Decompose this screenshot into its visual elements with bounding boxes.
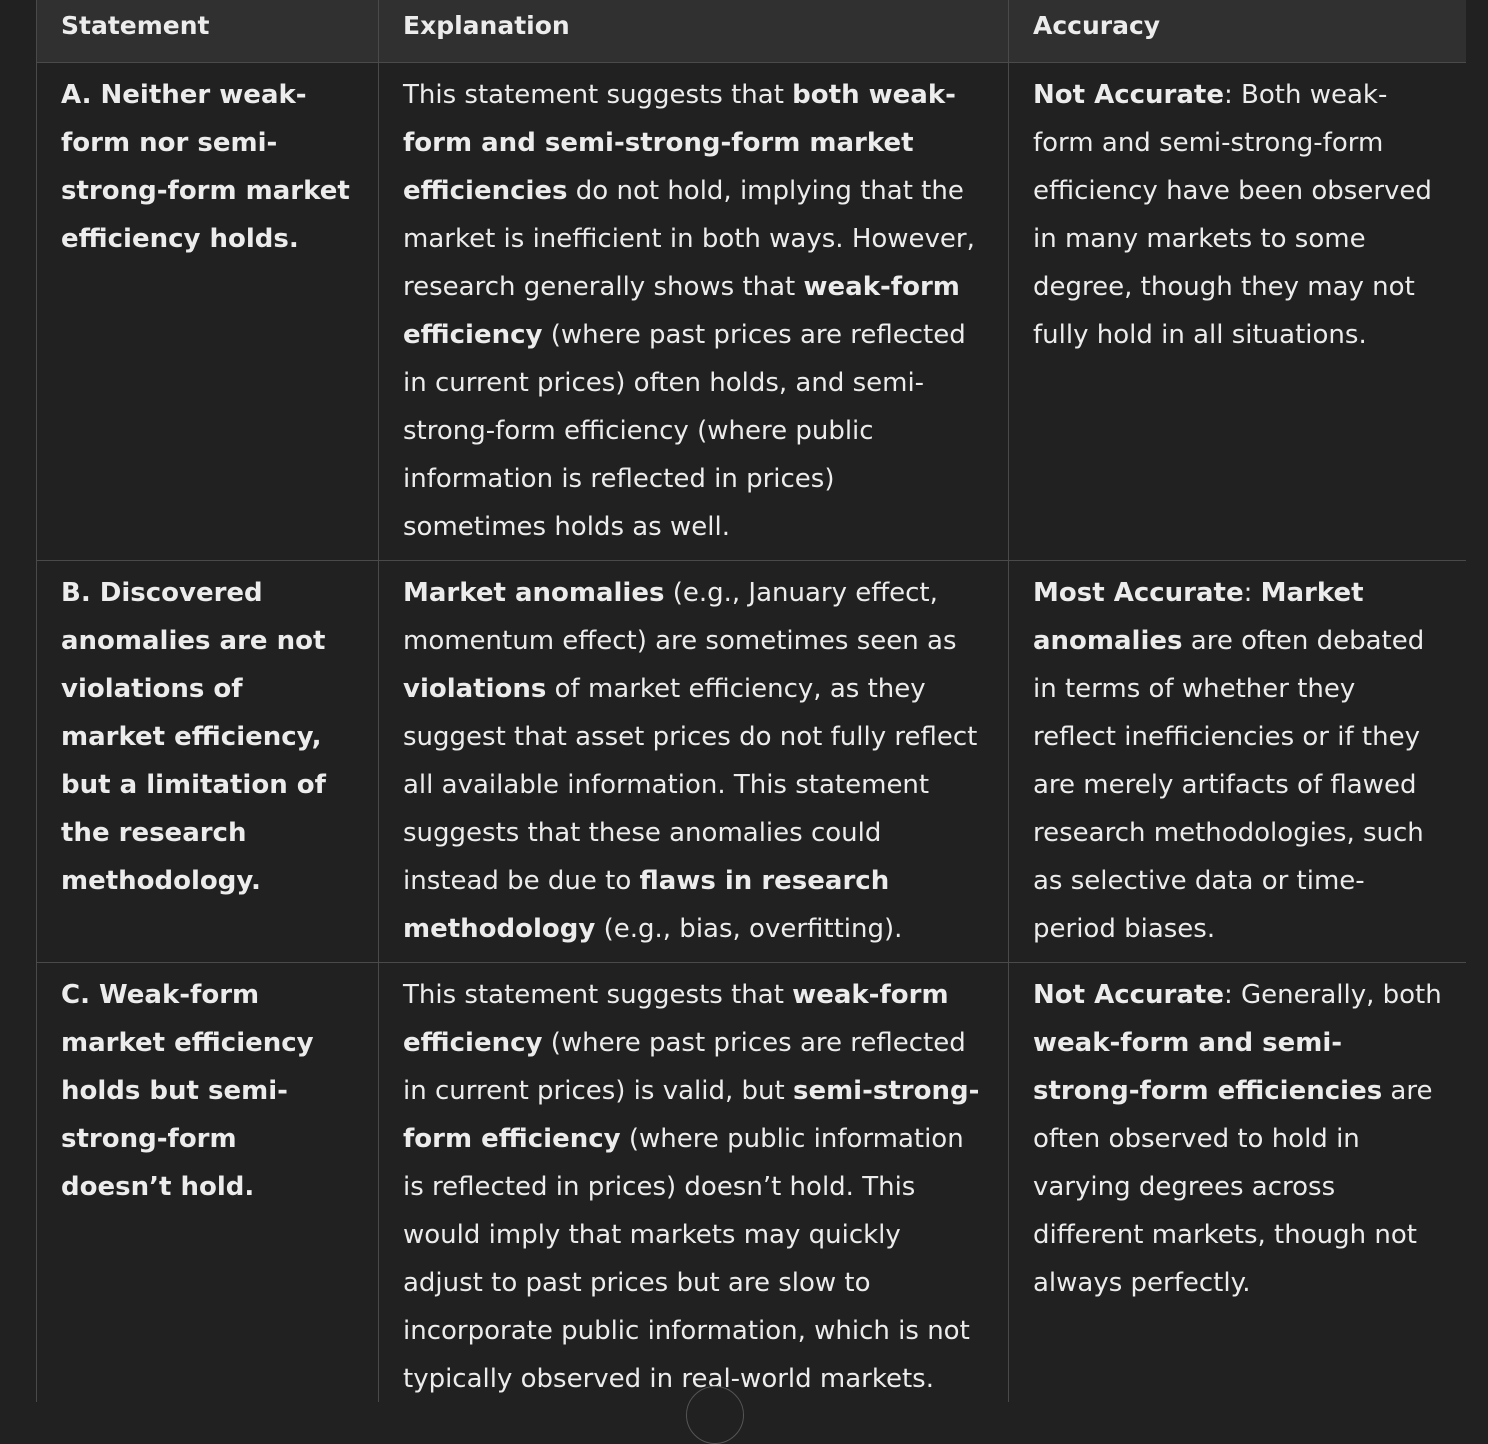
text-segment: (e.g., bias, overfitting).: [595, 914, 903, 944]
header-explanation: Explanation: [378, 0, 1009, 63]
explanation-cell: This statement suggests that weak-form e…: [378, 962, 1009, 1402]
scroll-down-button[interactable]: [686, 1386, 744, 1444]
comparison-table-frame: Statement Explanation Accuracy A. Neithe…: [36, 0, 1466, 1402]
text-segment: are often debated in terms of whether th…: [1033, 626, 1425, 944]
explanation-cell: This statement suggests that both weak-f…: [378, 62, 1009, 561]
text-segment: : Both weak-form and semi-strong-form ef…: [1033, 80, 1432, 350]
statement-cell: B. Discovered anomalies are not violatio…: [36, 560, 379, 963]
text-segment: This statement suggests that: [403, 80, 793, 110]
text-segment: : Generally, both: [1224, 980, 1442, 1010]
text-segment: :: [1243, 578, 1261, 608]
statement-cell: A. Neither weak-form nor semi-strong-for…: [36, 62, 379, 561]
explanation-cell: Market anomalies (e.g., January effect, …: [378, 560, 1009, 963]
text-segment: of market efficiency, as they suggest th…: [403, 674, 978, 896]
text-segment: (where public information is reflected i…: [403, 1124, 970, 1394]
table-header-row: Statement Explanation Accuracy: [36, 0, 1466, 63]
text-segment: are often observed to hold in varying de…: [1033, 1076, 1433, 1298]
header-accuracy: Accuracy: [1008, 0, 1466, 63]
bold-text: Market anomalies: [403, 578, 665, 608]
bold-text: Not Accurate: [1033, 80, 1224, 110]
bold-text: violations: [403, 674, 547, 704]
table-row: B. Discovered anomalies are not violatio…: [36, 560, 1466, 963]
bold-text: Not Accurate: [1033, 980, 1224, 1010]
table-row: C. Weak-form market efficiency holds but…: [36, 962, 1466, 1402]
accuracy-cell: Most Accurate: Market anomalies are ofte…: [1008, 560, 1466, 963]
comparison-table: Statement Explanation Accuracy A. Neithe…: [36, 0, 1466, 1402]
table-row: A. Neither weak-form nor semi-strong-for…: [36, 62, 1466, 561]
statement-cell: C. Weak-form market efficiency holds but…: [36, 962, 379, 1402]
bold-text: weak-form and semi-strong-form efficienc…: [1033, 1028, 1383, 1106]
accuracy-cell: Not Accurate: Both weak-form and semi-st…: [1008, 62, 1466, 561]
text-segment: (where past prices are reflected in curr…: [403, 320, 966, 542]
text-segment: This statement suggests that: [403, 980, 793, 1010]
bold-text: Most Accurate: [1033, 578, 1244, 608]
accuracy-cell: Not Accurate: Generally, both weak-form …: [1008, 962, 1466, 1402]
header-statement: Statement: [36, 0, 379, 63]
